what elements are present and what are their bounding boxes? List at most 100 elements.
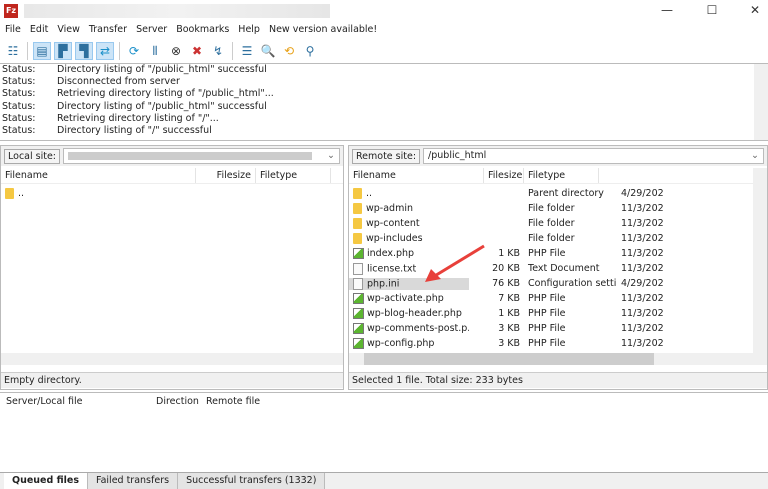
log-scrollbar[interactable] (754, 64, 768, 140)
local-horizontal-scrollbar[interactable] (1, 353, 343, 365)
remote-vertical-scrollbar[interactable] (753, 168, 767, 353)
menu-server[interactable]: Server (136, 24, 167, 40)
queue-column-direction[interactable]: Direction (156, 396, 206, 407)
date: 11/3/202 (621, 263, 664, 274)
menu-transfer[interactable]: Transfer (89, 24, 127, 40)
filename: wp-activate.php (367, 293, 444, 304)
column-header-filesize[interactable]: Filesize (484, 168, 524, 183)
filetype: PHP File (528, 323, 566, 334)
menu-edit[interactable]: Edit (30, 24, 48, 40)
reconnect-button[interactable]: ↯ (209, 42, 227, 60)
log-line: Status: Directory listing of "/public_htm… (0, 64, 768, 76)
process-queue-button[interactable]: ⫴ (146, 42, 164, 60)
maximize-button[interactable]: ☐ (702, 3, 722, 19)
document-icon (353, 262, 363, 275)
chevron-down-icon[interactable]: ⌄ (751, 149, 759, 163)
toggle-remote-tree-button[interactable]: ▜ (75, 42, 93, 60)
sync-browsing-button[interactable]: ⟲ (280, 42, 298, 60)
table-row[interactable]: wp-blog-header.php 1 KB PHP File 11/3/202 (349, 306, 753, 321)
date: 11/3/202 (621, 293, 664, 304)
filetype: PHP File (528, 293, 566, 304)
log-kind: Status: (2, 64, 36, 75)
log-message: Disconnected from server (57, 76, 180, 88)
filesize: 7 KB (498, 293, 520, 304)
disconnect-button[interactable]: ✖ (188, 42, 206, 60)
remote-status: Selected 1 file. Total size: 233 bytes (349, 372, 767, 388)
directory-filter-button[interactable]: ☰ (238, 42, 256, 60)
menu-new-version-available-[interactable]: New version available! (269, 24, 377, 40)
refresh-icon: ⟳ (128, 44, 140, 58)
menu-view[interactable]: View (57, 24, 80, 40)
process-queue-icon: ⫴ (152, 43, 158, 58)
minimize-button[interactable]: — (657, 3, 677, 19)
local-site-input[interactable]: ⌄ (63, 148, 340, 164)
filename: wp-config.php (367, 338, 435, 349)
table-row[interactable]: license.txt 20 KB Text Document 11/3/202 (349, 261, 753, 276)
column-header-filetype[interactable]: Filetype (256, 168, 331, 183)
remote-path: /public_html (428, 150, 487, 161)
menu-help[interactable]: Help (238, 24, 260, 40)
filename: wp-admin (366, 203, 413, 214)
table-row[interactable]: wp-admin File folder 11/3/202 (349, 201, 753, 216)
search-button[interactable]: ⚲ (301, 42, 319, 60)
log-message: Directory listing of "/" successful (57, 124, 212, 136)
folder-icon (5, 188, 14, 199)
remote-horizontal-scrollbar[interactable] (349, 353, 767, 365)
table-row[interactable]: wp-activate.php 7 KB PHP File 11/3/202 (349, 291, 753, 306)
remote-site-input[interactable]: /public_html ⌄ (423, 148, 764, 164)
log-kind: Status: (2, 100, 36, 112)
filename-cell: wp-activate.php (349, 293, 469, 304)
table-row[interactable]: wp-content File folder 11/3/202 (349, 216, 753, 231)
parent-folder-icon (353, 188, 362, 199)
filename: index.php (367, 248, 415, 259)
site-manager-icon: ☷ (7, 44, 19, 58)
filetype: Configuration setti... (528, 278, 617, 289)
toggle-transfer-queue-icon: ⇄ (99, 44, 111, 58)
toggle-local-tree-button[interactable]: ▛ (54, 42, 72, 60)
column-header-filename[interactable]: Filename (349, 168, 484, 183)
filename-cell: wp-blog-header.php (349, 308, 469, 319)
tab-queued-files[interactable]: Queued files (4, 473, 88, 489)
log-line: Status: Retrieving directory listing of "… (0, 113, 768, 125)
list-item[interactable]: .. (1, 186, 343, 201)
filezilla-logo-icon: Fz (4, 4, 18, 18)
filetype: Parent directory (528, 188, 604, 199)
toggle-log-button[interactable]: ▤ (33, 42, 51, 60)
menu-file[interactable]: File (5, 24, 21, 40)
toggle-comparison-button[interactable]: 🔍 (259, 42, 277, 60)
tab-successful-transfers[interactable]: Successful transfers (1332) (178, 473, 326, 489)
close-button[interactable]: ✕ (745, 3, 765, 19)
menu-bookmarks[interactable]: Bookmarks (176, 24, 229, 40)
table-row[interactable]: index.php 1 KB PHP File 11/3/202 (349, 246, 753, 261)
filetype: PHP File (528, 308, 566, 319)
local-column-headers: Filename Filesize Filetype (1, 168, 343, 184)
directory-filter-icon: ☰ (241, 44, 253, 58)
table-row[interactable]: php.ini 76 KB Configuration setti... 4/29/2… (349, 276, 753, 291)
toggle-transfer-queue-button[interactable]: ⇄ (96, 42, 114, 60)
toolbar-separator (232, 42, 233, 60)
date: 4/29/202 (621, 188, 664, 199)
date: 11/3/202 (621, 218, 664, 229)
refresh-button[interactable]: ⟳ (125, 42, 143, 60)
table-row[interactable]: wp-comments-post.p... 3 KB PHP File 11/3/20… (349, 321, 753, 336)
table-row[interactable]: wp-config.php 3 KB PHP File 11/3/202 (349, 336, 753, 351)
tab-failed-transfers[interactable]: Failed transfers (88, 473, 179, 489)
queue-column-server-local-file[interactable]: Server/Local file (6, 396, 156, 407)
log-message: Retrieving directory listing of "/"... (57, 112, 219, 124)
chevron-down-icon[interactable]: ⌄ (327, 149, 335, 163)
table-row[interactable]: wp-includes File folder 11/3/202 (349, 231, 753, 246)
log-message: Directory listing of "/public_html" succ… (57, 100, 267, 112)
column-header-filesize[interactable]: Filesize (196, 168, 256, 183)
date: 4/29/202 (621, 278, 664, 289)
log-line: Status: Retrieving directory listing of "… (0, 88, 768, 100)
cancel-button[interactable]: ⊗ (167, 42, 185, 60)
table-row[interactable]: .. Parent directory 4/29/202 (349, 186, 753, 201)
queue-column-remote-file[interactable]: Remote file (206, 396, 286, 407)
column-header-filename[interactable]: Filename (1, 168, 196, 183)
date: 11/3/202 (621, 323, 664, 334)
filetype: File folder (528, 203, 575, 214)
menu-bar: File Edit View Transfer Server Bookmarks Help N… (0, 24, 377, 40)
column-header-filetype[interactable]: Filetype (524, 168, 599, 183)
site-manager-button[interactable]: ☷ (4, 42, 22, 60)
filetype: PHP File (528, 338, 566, 349)
